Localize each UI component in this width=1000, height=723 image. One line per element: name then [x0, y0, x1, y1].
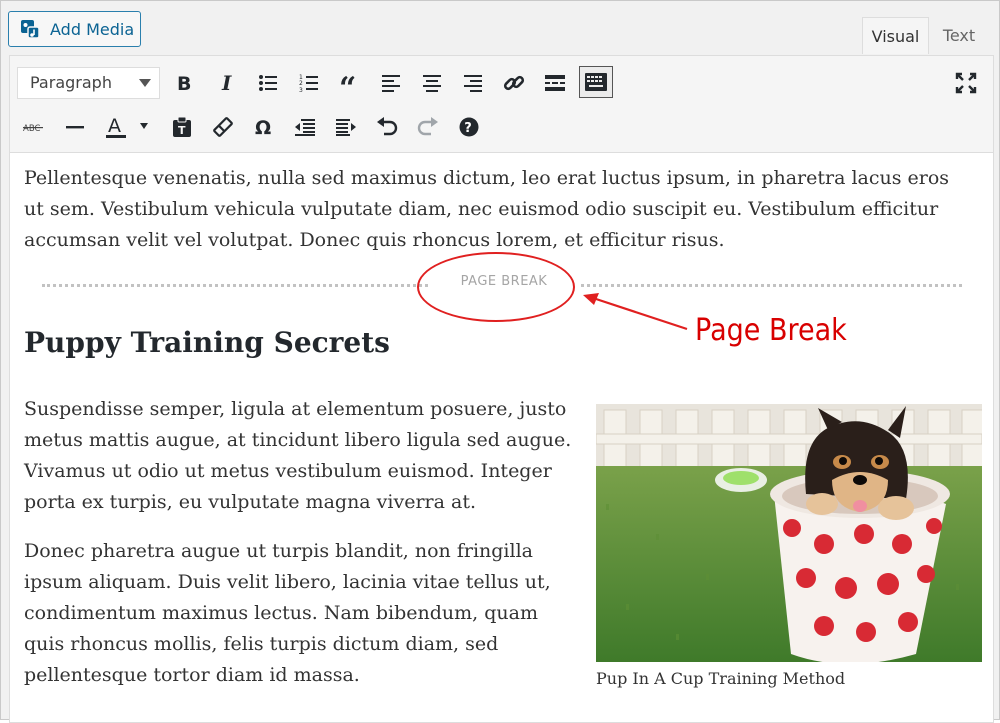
- fullscreen-icon[interactable]: [949, 67, 983, 99]
- read-more-icon[interactable]: [538, 67, 572, 99]
- paste-as-text-icon[interactable]: T: [165, 111, 199, 143]
- section-heading: Puppy Training Secrets: [24, 326, 390, 359]
- chevron-down-icon: [139, 79, 151, 87]
- tab-text[interactable]: Text: [929, 17, 989, 54]
- svg-text:2: 2: [299, 80, 303, 87]
- editor-toolbar: Paragraph B I 123 “ ABC A T Ω ?: [10, 56, 993, 153]
- numbered-list-icon[interactable]: 123: [292, 67, 326, 99]
- editor-area: Paragraph B I 123 “ ABC A T Ω ? Pellente…: [9, 55, 994, 723]
- svg-text:B: B: [177, 73, 191, 93]
- puppy-in-cup-image[interactable]: [596, 404, 982, 662]
- editor-frame: Add Media Visual Text Paragraph B I 123: [0, 0, 1000, 723]
- italic-icon[interactable]: I: [210, 67, 244, 99]
- text-color-icon[interactable]: A: [100, 111, 154, 143]
- format-select[interactable]: Paragraph: [17, 67, 160, 99]
- svg-text:I: I: [221, 73, 232, 93]
- horizontal-line-icon[interactable]: [58, 111, 92, 143]
- help-icon[interactable]: ?: [452, 111, 486, 143]
- blockquote-icon[interactable]: “: [333, 67, 367, 99]
- bold-icon[interactable]: B: [167, 67, 201, 99]
- svg-text:Ω: Ω: [255, 117, 271, 137]
- toolbar-toggle-icon[interactable]: [579, 66, 613, 98]
- add-media-button[interactable]: Add Media: [8, 11, 141, 47]
- paragraph-body-1: Suspendisse semper, ligula at elementum …: [24, 398, 572, 513]
- bulleted-list-icon[interactable]: [251, 67, 285, 99]
- editor-content[interactable]: Pellentesque venenatis, nulla sed maximu…: [10, 153, 993, 722]
- annotation-label: Page Break: [695, 313, 847, 348]
- svg-text:“: “: [339, 74, 356, 92]
- align-left-icon[interactable]: [374, 67, 408, 99]
- indent-icon[interactable]: [329, 111, 363, 143]
- annotation-arrow-icon: [583, 293, 688, 331]
- format-select-value: Paragraph: [30, 73, 112, 92]
- clear-formatting-icon[interactable]: [206, 111, 240, 143]
- paragraph-body-2: Donec pharetra augue ut turpis blandit, …: [24, 540, 551, 686]
- svg-text:?: ?: [464, 121, 472, 136]
- annotation-ellipse: [417, 252, 575, 322]
- svg-text:T: T: [178, 124, 186, 137]
- svg-text:ABC: ABC: [23, 124, 40, 134]
- tab-visual[interactable]: Visual: [862, 17, 929, 54]
- special-character-icon[interactable]: Ω: [247, 111, 281, 143]
- strikethrough-icon[interactable]: ABC: [17, 111, 51, 143]
- editor-tabs: Visual Text: [862, 17, 989, 54]
- add-media-label: Add Media: [50, 19, 135, 39]
- svg-text:A: A: [108, 115, 121, 137]
- svg-text:3: 3: [299, 87, 303, 93]
- align-center-icon[interactable]: [415, 67, 449, 99]
- undo-icon[interactable]: [370, 111, 404, 143]
- align-right-icon[interactable]: [456, 67, 490, 99]
- image-caption: Pup In A Cup Training Method: [596, 669, 846, 688]
- redo-icon[interactable]: [411, 111, 445, 143]
- link-icon[interactable]: [497, 67, 531, 99]
- paragraph-intro: Pellentesque venenatis, nulla sed maximu…: [24, 167, 950, 251]
- outdent-icon[interactable]: [288, 111, 322, 143]
- media-icon: [21, 20, 40, 39]
